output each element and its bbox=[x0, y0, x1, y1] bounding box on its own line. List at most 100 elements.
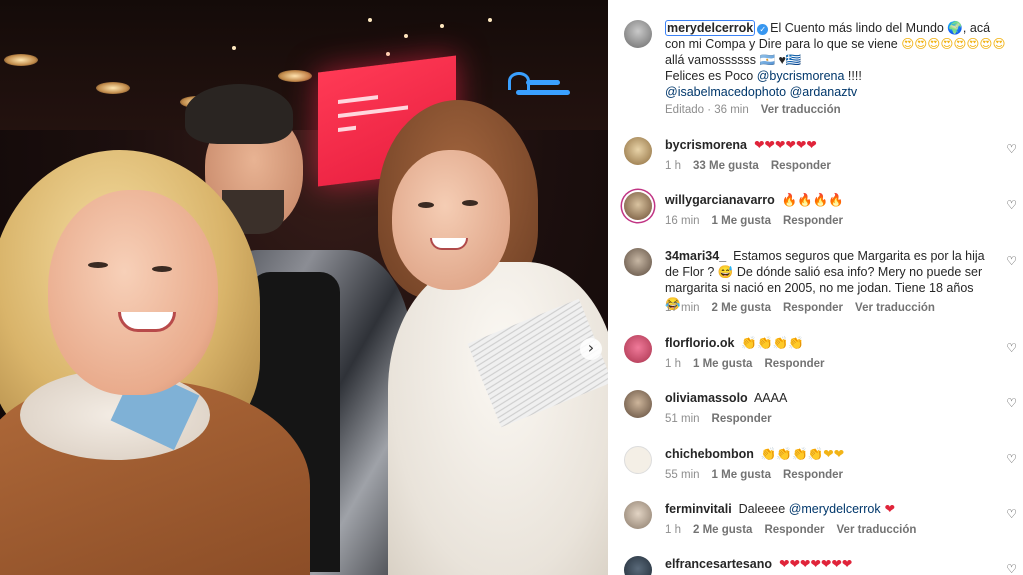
see-translation-link[interactable]: Ver traducción bbox=[855, 302, 935, 314]
ceiling-light bbox=[232, 46, 236, 50]
like-heart-icon[interactable]: ♡ bbox=[1006, 254, 1017, 268]
edited-time: Editado · 36 min bbox=[665, 104, 749, 116]
comment-time: 1 h bbox=[665, 160, 681, 172]
avatar[interactable] bbox=[624, 20, 652, 48]
likes-count[interactable]: 1 Me gusta bbox=[712, 469, 771, 481]
comment-username[interactable]: willygarcianavarro bbox=[665, 193, 775, 207]
reply-button[interactable]: Responder bbox=[764, 524, 824, 536]
like-heart-icon[interactable]: ♡ bbox=[1006, 452, 1017, 466]
comment-meta: 1 h 2 Me gusta Responder Ver traducción bbox=[665, 524, 928, 536]
post-photo: › bbox=[0, 0, 608, 575]
neon-sign bbox=[508, 72, 570, 102]
like-heart-icon[interactable]: ♡ bbox=[1006, 198, 1017, 212]
man-hair bbox=[185, 84, 293, 144]
next-photo-button[interactable]: › bbox=[580, 338, 602, 360]
woman-right-face bbox=[392, 150, 510, 290]
comment-time: 51 min bbox=[665, 413, 700, 425]
avatar[interactable] bbox=[624, 390, 652, 418]
mention-link[interactable]: @ardanaztv bbox=[790, 85, 858, 99]
comment-meta: 16 min 1 Me gusta Responder bbox=[665, 215, 855, 227]
woman-left-face bbox=[48, 190, 218, 395]
caption-text: !!!! bbox=[844, 69, 862, 83]
caption-text: allá vamossssss 🇦🇷 ♥🇬🇷 bbox=[665, 53, 802, 67]
like-heart-icon[interactable]: ♡ bbox=[1006, 507, 1017, 521]
caption-text: Felices es Poco bbox=[665, 69, 757, 83]
post-caption: merydelcerrok ✓ El Cuento más lindo del Mu… bbox=[665, 20, 1010, 100]
mention-link[interactable]: @merydelcerrok bbox=[789, 502, 881, 516]
caption-meta: Editado · 36 min Ver traducción bbox=[665, 104, 853, 116]
reply-button[interactable]: Responder bbox=[783, 469, 843, 481]
avatar[interactable] bbox=[624, 248, 652, 276]
ceiling-light bbox=[386, 52, 390, 56]
likes-count[interactable]: 2 Me gusta bbox=[693, 524, 752, 536]
caption-emojis: 😍😍😍😍😍😍😍😍 bbox=[901, 36, 1006, 51]
like-heart-icon[interactable]: ♡ bbox=[1006, 341, 1017, 355]
comment-meta: 1 h 1 Me gusta Responder bbox=[665, 358, 837, 370]
comment-text: Daleeee bbox=[738, 502, 789, 516]
comment-username[interactable]: oliviamassolo bbox=[665, 391, 748, 405]
comment: chichebombon 👏👏👏👏❤❤ bbox=[665, 446, 995, 462]
ceiling-light bbox=[488, 18, 492, 22]
likes-count[interactable]: 1 Me gusta bbox=[712, 215, 771, 227]
likes-count[interactable]: 2 Me gusta bbox=[712, 302, 771, 314]
comment-time: 16 min bbox=[665, 215, 700, 227]
comment-meta: 55 min 1 Me gusta Responder bbox=[665, 469, 855, 481]
avatar[interactable] bbox=[624, 137, 652, 165]
comment-emojis: ❤ bbox=[880, 501, 896, 516]
comment-username[interactable]: ferminvitali bbox=[665, 502, 732, 516]
caption-username[interactable]: merydelcerrok bbox=[665, 20, 756, 36]
like-heart-icon[interactable]: ♡ bbox=[1006, 396, 1017, 410]
comment-username[interactable]: elfrancesartesano bbox=[665, 557, 772, 571]
ceiling-light bbox=[278, 70, 312, 82]
mention-link[interactable]: @bycrismorena bbox=[757, 69, 845, 83]
comment-text: AAAA bbox=[753, 391, 788, 405]
see-translation-link[interactable]: Ver traducción bbox=[837, 524, 917, 536]
comment-emojis: 👏👏👏👏❤❤ bbox=[760, 446, 845, 461]
ceiling-light bbox=[440, 24, 444, 28]
comment-time: 1 h bbox=[665, 524, 681, 536]
comment: bycrismorena ❤❤❤❤❤❤ bbox=[665, 137, 995, 153]
woman-right-smile bbox=[430, 238, 468, 250]
comment-emojis: ❤❤❤❤❤❤ bbox=[753, 137, 817, 152]
avatar[interactable] bbox=[624, 501, 652, 529]
verified-badge-icon: ✓ bbox=[757, 24, 769, 35]
comment-username[interactable]: chichebombon bbox=[665, 447, 754, 461]
comment-meta: 17 min 2 Me gusta Responder Ver traducción bbox=[665, 302, 947, 314]
comment-emojis: 🔥🔥🔥🔥 bbox=[781, 192, 844, 207]
likes-count[interactable]: 33 Me gusta bbox=[693, 160, 759, 172]
like-heart-icon[interactable]: ♡ bbox=[1006, 562, 1017, 575]
comment-emojis: 👏👏👏👏 bbox=[741, 335, 804, 350]
avatar[interactable] bbox=[624, 335, 652, 363]
comment: elfrancesartesano ❤❤❤❤❤❤❤ bbox=[665, 556, 995, 572]
comment-username[interactable]: 34mari34_ bbox=[665, 249, 726, 263]
avatar[interactable] bbox=[624, 192, 652, 220]
likes-count[interactable]: 1 Me gusta bbox=[693, 358, 752, 370]
comment: florflorio.ok 👏👏👏👏 bbox=[665, 335, 995, 351]
ceiling-light bbox=[96, 82, 130, 94]
ceiling bbox=[0, 0, 608, 130]
mention-link[interactable]: @isabelmacedophoto bbox=[665, 85, 786, 99]
ceiling-light bbox=[368, 18, 372, 22]
comment-username[interactable]: bycrismorena bbox=[665, 138, 747, 152]
comment: willygarcianavarro 🔥🔥🔥🔥 bbox=[665, 192, 995, 208]
comment-time: 17 min bbox=[665, 302, 700, 314]
reply-button[interactable]: Responder bbox=[783, 302, 843, 314]
comment: ferminvitali Daleeee @merydelcerrok ❤ bbox=[665, 501, 995, 517]
reply-button[interactable]: Responder bbox=[764, 358, 824, 370]
see-translation-link[interactable]: Ver traducción bbox=[761, 104, 841, 116]
comment-time: 1 h bbox=[665, 358, 681, 370]
comment-time: 55 min bbox=[665, 469, 700, 481]
like-heart-icon[interactable]: ♡ bbox=[1006, 142, 1017, 156]
comment-username[interactable]: florflorio.ok bbox=[665, 336, 734, 350]
avatar[interactable] bbox=[624, 556, 652, 575]
reply-button[interactable]: Responder bbox=[771, 160, 831, 172]
reply-button[interactable]: Responder bbox=[783, 215, 843, 227]
comment-meta: 51 min Responder bbox=[665, 413, 784, 425]
comment-emojis: ❤❤❤❤❤❤❤ bbox=[778, 556, 853, 571]
comment-meta: 1 h 33 Me gusta Responder bbox=[665, 160, 843, 172]
reply-button[interactable]: Responder bbox=[712, 413, 772, 425]
ceiling-light bbox=[4, 54, 38, 66]
comments-panel: merydelcerrok ✓ El Cuento más lindo del Mu… bbox=[608, 0, 1023, 575]
comment: oliviamassolo AAAA bbox=[665, 390, 995, 406]
avatar[interactable] bbox=[624, 446, 652, 474]
